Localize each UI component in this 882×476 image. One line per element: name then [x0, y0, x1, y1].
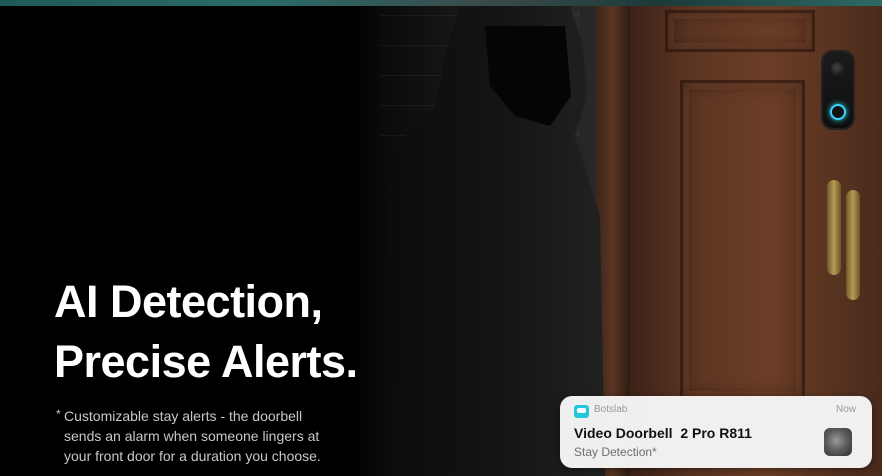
headline-line-2: Precise Alerts.	[54, 336, 358, 387]
door-handle-right	[846, 190, 860, 300]
door-handle-left	[827, 180, 841, 275]
headline-line-1: AI Detection,	[54, 276, 323, 327]
hero-banner: AI Detection, Precise Alerts. * Customiz…	[0, 0, 882, 476]
notification-app-name: Botslab	[594, 404, 628, 415]
snapshot-thumbnail-icon	[824, 428, 852, 456]
footnote-line-1: Customizable stay alerts - the doorbell	[64, 408, 303, 424]
footnote-line-3: your front door for a duration you choos…	[64, 448, 321, 464]
door-panel-top	[665, 10, 815, 52]
footnote-marker: *	[56, 407, 61, 421]
notification-title: Video Doorbell 2 Pro R811	[574, 425, 752, 441]
notification-time: Now	[835, 404, 856, 415]
headline: AI Detection, Precise Alerts.	[54, 272, 358, 392]
notification-body: Stay Detection*	[574, 445, 657, 459]
botslab-app-icon	[574, 405, 589, 418]
video-doorbell	[823, 52, 853, 128]
footnote-line-2: sends an alarm when someone lingers at	[64, 428, 320, 444]
footnote: * Customizable stay alerts - the doorbel…	[56, 406, 406, 466]
doorbell-camera-icon	[831, 62, 845, 76]
push-notification-card[interactable]: Botslab Now Video Doorbell 2 Pro R811 St…	[560, 396, 872, 468]
door-panel-middle	[680, 80, 805, 400]
doorbell-button-light-icon	[830, 104, 846, 120]
